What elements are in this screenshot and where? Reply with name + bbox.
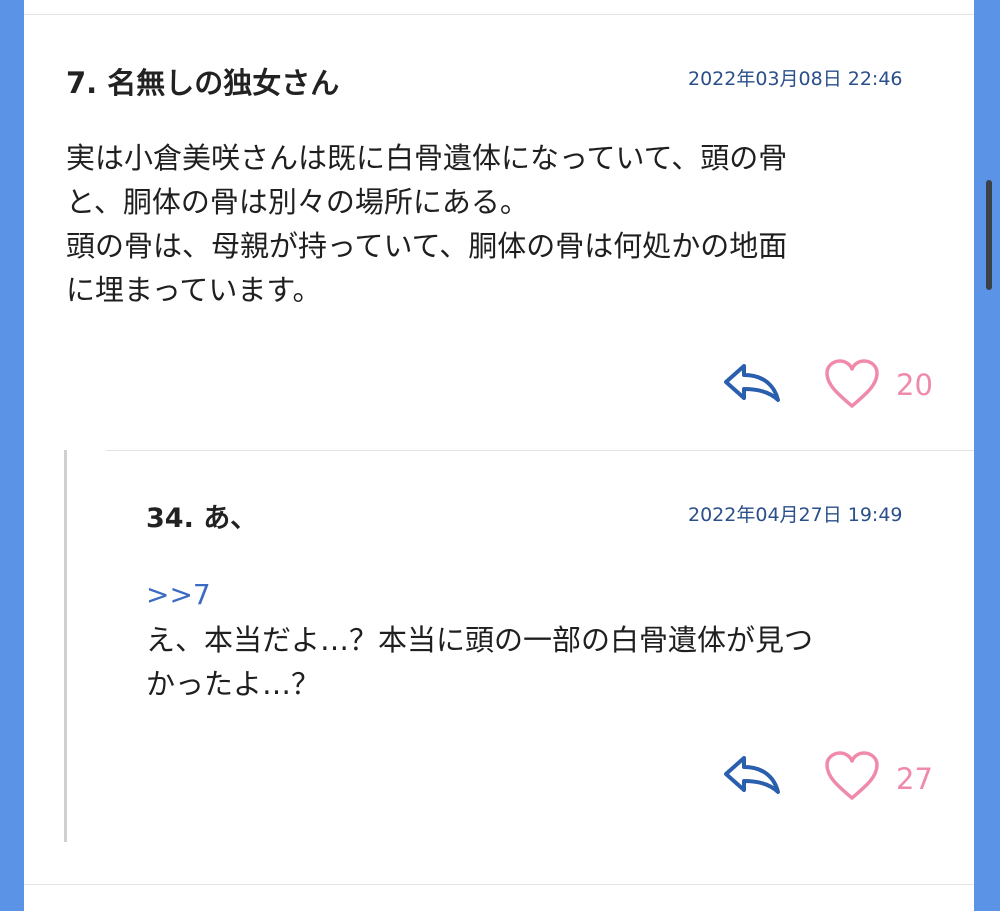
reply-arrow-icon <box>724 756 780 794</box>
reply-button[interactable] <box>722 752 782 796</box>
scrollbar[interactable] <box>986 180 992 290</box>
like-button[interactable] <box>824 750 880 802</box>
like-count: 20 <box>896 368 933 402</box>
divider <box>24 884 974 885</box>
post-date: 2022年03月08日 22:46 <box>688 68 903 90</box>
post-author: 7. 名無しの独女さん <box>66 66 340 100</box>
reply-button[interactable] <box>722 360 782 404</box>
heart-icon <box>825 751 879 800</box>
reply-arrow-icon <box>724 364 780 402</box>
like-button[interactable] <box>824 358 880 410</box>
comment-panel: 7. 名無しの独女さん 2022年03月08日 22:46 実は小倉美咲さんは既… <box>24 0 974 911</box>
divider <box>106 450 974 451</box>
post-body: 実は小倉美咲さんは既に白骨遺体になっていて、頭の骨 と、胴体の骨は別々の場所にあ… <box>66 141 788 307</box>
divider <box>24 14 974 15</box>
anchor-link[interactable]: >>7 <box>146 578 211 611</box>
reply-thread-line <box>64 450 67 842</box>
like-count: 27 <box>896 762 933 796</box>
reply-date: 2022年04月27日 19:49 <box>688 504 903 526</box>
reply-body: え、本当だよ…？本当に頭の一部の白骨遺体が見つ かったよ…？ <box>146 623 814 701</box>
reply-author: 34. あ、 <box>146 503 258 534</box>
heart-icon <box>825 359 879 408</box>
